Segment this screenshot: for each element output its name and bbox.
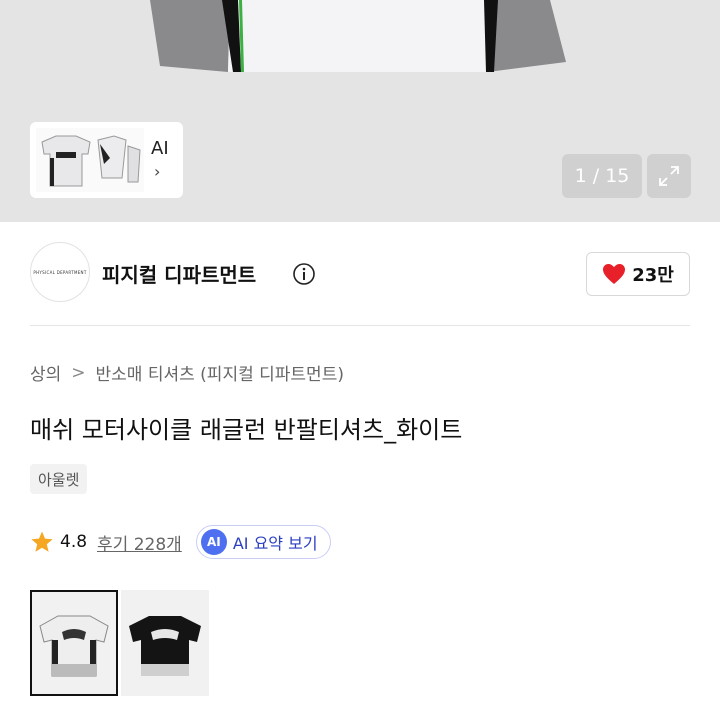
brand-logo-text: PHYSICAL DEPARTMENT <box>33 269 87 275</box>
expand-button[interactable] <box>647 154 691 198</box>
black-shirt-image <box>129 616 201 676</box>
divider <box>30 325 690 326</box>
product-title: 매쉬 모터사이클 래글런 반팔티셔츠_화이트 <box>30 416 463 444</box>
ai-thumb-image <box>36 128 144 192</box>
ai-summary-label: AI 요약 보기 <box>232 534 318 553</box>
product-image-gallery[interactable]: AI › 1 / 15 <box>0 0 720 222</box>
white-shirt-image <box>39 615 109 677</box>
rating-value: 4.8 <box>60 532 88 552</box>
breadcrumb-item-category[interactable]: 반소매 티셔츠 (피지컬 디파트먼트) <box>96 360 344 385</box>
brand-row: PHYSICAL DEPARTMENT 피지컬 디파트먼트 23만 <box>0 222 720 327</box>
image-counter: 1 / 15 <box>562 154 642 198</box>
chevron-right-icon: › <box>154 162 161 181</box>
ai-chip-label: AI <box>151 138 169 159</box>
breadcrumb-item-top[interactable]: 상의 <box>30 360 61 385</box>
brand-name[interactable]: 피지컬 디파트먼트 <box>102 259 256 288</box>
like-count: 23만 <box>632 265 674 286</box>
expand-icon <box>659 166 679 186</box>
ai-similar-chip[interactable]: AI › <box>30 122 183 198</box>
breadcrumb-separator: > <box>71 362 86 383</box>
like-button[interactable]: 23만 <box>586 252 690 296</box>
rating-row: 4.8 후기 228개 AI AI 요약 보기 <box>30 525 331 559</box>
variant-black-thumb[interactable] <box>121 590 209 696</box>
info-icon[interactable] <box>292 262 316 286</box>
outlet-badge: 아울렛 <box>30 464 88 494</box>
ai-summary-button[interactable]: AI AI 요약 보기 <box>195 525 331 559</box>
variant-white-thumb[interactable] <box>30 590 118 696</box>
review-link[interactable]: 후기 228개 <box>97 530 182 555</box>
star-icon <box>31 531 53 552</box>
ai-badge-icon: AI <box>200 529 227 555</box>
product-main-image <box>150 0 566 72</box>
heart-icon <box>603 264 626 284</box>
breadcrumb: 상의 > 반소매 티셔츠 (피지컬 디파트먼트) <box>30 360 344 386</box>
brand-logo[interactable]: PHYSICAL DEPARTMENT <box>30 242 90 302</box>
